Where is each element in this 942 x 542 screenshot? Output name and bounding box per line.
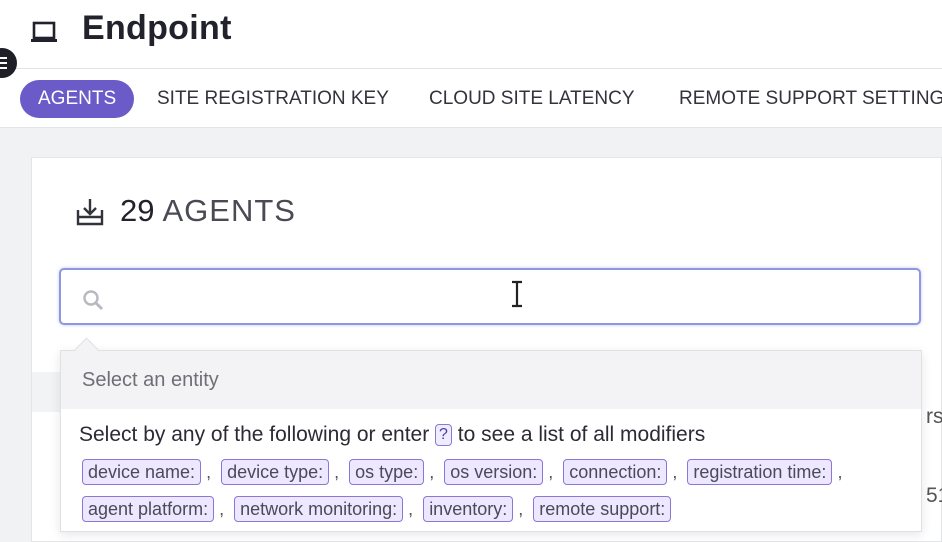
modifier-chip-device-name[interactable]: device name: <box>82 459 202 485</box>
dropdown-header: Select an entity <box>61 351 921 409</box>
instruction-after: to see a list of all modifiers <box>457 423 706 446</box>
separator: , <box>429 462 435 482</box>
separator: , <box>334 462 340 482</box>
modifier-chip-os-version[interactable]: os version: <box>444 459 544 485</box>
separator: , <box>548 462 554 482</box>
modifier-chip-device-type[interactable]: device type: <box>221 459 330 485</box>
tab-bar: AGENTS SITE REGISTRATION KEY CLOUD SITE … <box>0 68 942 128</box>
agent-count-number: 29 <box>120 193 155 228</box>
instruction-before: Select by any of the following or enter <box>79 423 430 446</box>
entity-dropdown: Select an entity Select by any of the fo… <box>60 350 922 532</box>
modifier-chip-registration-time[interactable]: registration time: <box>687 459 833 485</box>
tab-remote-support-setting[interactable]: REMOTE SUPPORT SETTING <box>679 80 942 118</box>
search-icon <box>83 290 103 310</box>
modifier-chip-remote-support[interactable]: remote support: <box>533 496 672 522</box>
header-bar: Endpoint <box>0 0 942 68</box>
search-box[interactable] <box>59 268 921 325</box>
download-tray-icon <box>76 199 104 226</box>
text-cursor-icon <box>512 280 522 308</box>
column-header-fragment: rsi <box>926 405 942 428</box>
tab-agents[interactable]: AGENTS <box>20 80 135 118</box>
modifier-chip-network-monitoring[interactable]: network monitoring: <box>234 496 404 522</box>
help-modifier-chip[interactable]: ? <box>435 424 452 446</box>
modifier-chip-agent-platform[interactable]: agent platform: <box>82 496 215 522</box>
dropdown-instruction: Select by any of the following or enter … <box>79 423 705 447</box>
separator: , <box>206 462 212 482</box>
separator: , <box>837 462 843 482</box>
separator: , <box>518 499 524 519</box>
tab-cloud-site-latency[interactable]: CLOUD SITE LATENCY <box>429 80 635 118</box>
modifier-row-1: device name:, device type:, os type:, os ve… <box>82 459 852 485</box>
separator: , <box>408 499 414 519</box>
laptop-icon <box>31 21 57 42</box>
modifier-row-2: agent platform:, network monitoring:, inve… <box>82 496 672 522</box>
separator: , <box>219 499 225 519</box>
agent-count-label: AGENTS <box>162 193 296 228</box>
tab-site-registration-key[interactable]: SITE REGISTRATION KEY <box>157 80 389 118</box>
row-value-fragment: 51 <box>926 484 942 507</box>
agent-count-heading: 29 AGENTS <box>120 193 296 229</box>
page-title: Endpoint <box>82 9 232 47</box>
modifier-chip-connection[interactable]: connection: <box>563 459 668 485</box>
separator: , <box>672 462 678 482</box>
modifier-chip-inventory[interactable]: inventory: <box>423 496 514 522</box>
modifier-chip-os-type[interactable]: os type: <box>349 459 425 485</box>
